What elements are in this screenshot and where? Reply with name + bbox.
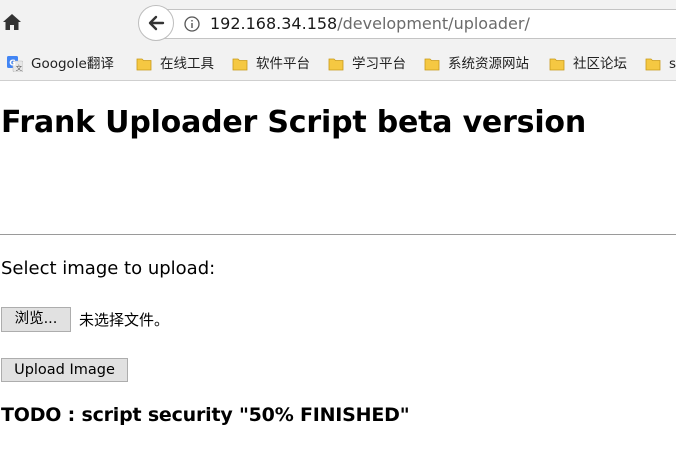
browse-file-button[interactable]: 浏览... xyxy=(1,307,71,332)
bookmark-label: 社区论坛 xyxy=(573,56,627,72)
folder-icon xyxy=(232,56,248,72)
horizontal-rule xyxy=(0,234,676,235)
bookmark-label: 学习平台 xyxy=(352,56,406,72)
back-arrow-icon xyxy=(148,15,165,31)
page-content: Frank Uploader Script beta version Selec… xyxy=(0,81,676,456)
folder-icon xyxy=(328,56,344,72)
browser-chrome: 192.168.34.158/development/uploader/ G 文… xyxy=(0,0,676,81)
todo-note: TODO : script security "50% FINISHED" xyxy=(1,404,410,426)
no-file-selected-text: 未选择文件。 xyxy=(79,311,170,329)
upload-image-button[interactable]: Upload Image xyxy=(1,358,128,382)
page-title: Frank Uploader Script beta version xyxy=(1,105,586,140)
bookmark-label: s xyxy=(669,56,676,72)
url-path: /development/uploader/ xyxy=(337,14,530,33)
folder-icon xyxy=(136,56,152,72)
bookmark-label: 系统资源网站 xyxy=(448,56,529,72)
folder-icon xyxy=(549,56,565,72)
home-icon[interactable] xyxy=(2,12,22,32)
bookmark-label: Googole翻译 xyxy=(31,56,114,72)
address-bar[interactable]: 192.168.34.158/development/uploader/ xyxy=(156,9,676,39)
navigation-bar: 192.168.34.158/development/uploader/ xyxy=(0,0,676,48)
select-image-label: Select image to upload: xyxy=(1,258,216,279)
folder-icon xyxy=(424,56,440,72)
bookmarks-bar: G 文 Googole翻译 在线工具 软件平台 学习平台 系统资源网站 社区论坛… xyxy=(0,48,676,80)
url-text[interactable]: 192.168.34.158/development/uploader/ xyxy=(210,14,530,33)
folder-icon xyxy=(645,56,661,72)
google-translate-icon: G 文 xyxy=(7,56,24,73)
svg-text:文: 文 xyxy=(16,63,23,72)
info-icon[interactable] xyxy=(184,16,200,32)
bookmark-label: 在线工具 xyxy=(160,56,214,72)
back-button[interactable] xyxy=(138,5,174,41)
bookmark-label: 软件平台 xyxy=(256,56,310,72)
url-host: 192.168.34.158 xyxy=(210,14,338,33)
